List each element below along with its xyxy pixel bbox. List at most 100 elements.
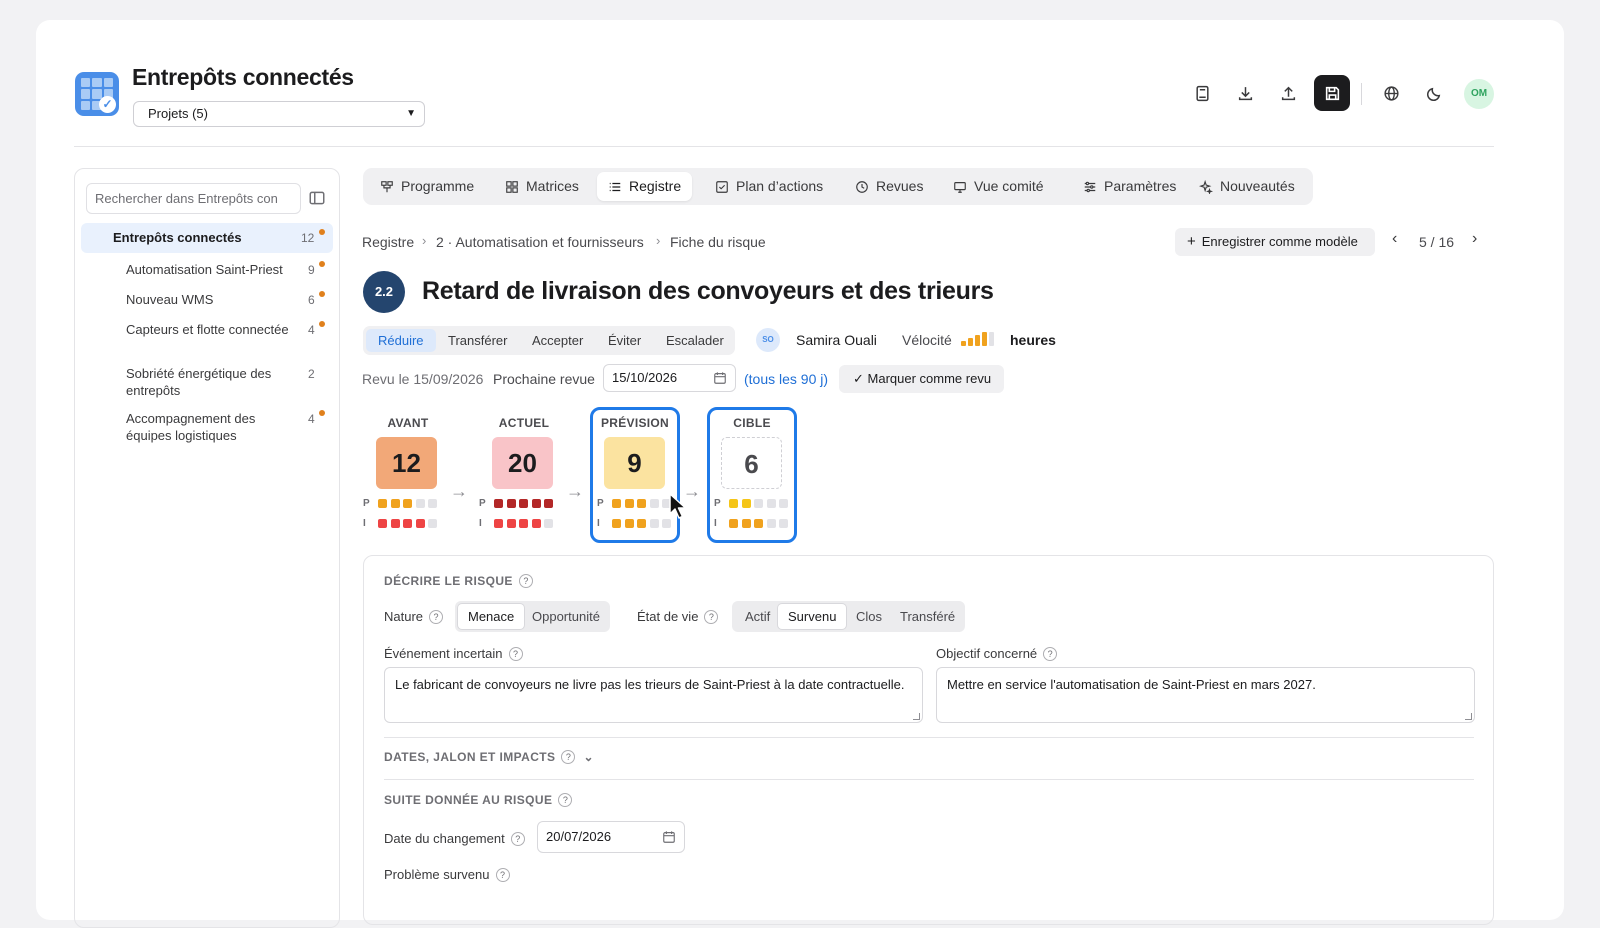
nature-option-menace[interactable]: Menace (458, 604, 525, 629)
help-icon[interactable]: ? (429, 610, 444, 624)
next-review-date-input[interactable]: 15/10/2026 (603, 364, 736, 392)
state-option-survenu[interactable]: Survenu (778, 604, 847, 629)
tab-parametres[interactable]: Paramètres (1072, 172, 1187, 201)
project-select[interactable]: Projets (5) ▼ (133, 101, 425, 127)
score-label: AVANT (387, 416, 429, 430)
flag-dot-icon (319, 321, 325, 327)
sidebar-item-count: 4 (308, 412, 315, 426)
breadcrumb-item[interactable]: 2 · Automatisation et fournisseurs (436, 234, 644, 250)
objective-textarea-value: Mettre en service l'automatisation de Sa… (947, 677, 1316, 692)
help-icon[interactable]: ? (508, 647, 523, 661)
sidebar-item-accompagnement[interactable]: Accompagnement des équipes logistiques 4 (75, 404, 339, 448)
resize-grip-icon[interactable] (913, 713, 920, 720)
docs-button[interactable] (1184, 75, 1220, 111)
objective-textarea[interactable]: Mettre en service l'automatisation de Sa… (936, 667, 1475, 723)
impact-axis-label: I (597, 518, 600, 529)
score-prevision[interactable]: PRÉVISION 9 P I (590, 407, 680, 543)
tab-programme[interactable]: Programme (369, 172, 485, 201)
sidebar-item-capteurs[interactable]: Capteurs et flotte connectée 4 (75, 315, 339, 359)
tab-plan-actions[interactable]: Plan d’actions (704, 172, 834, 201)
follow-section-title-text: SUITE DONNÉE AU RISQUE (384, 793, 553, 807)
save-button[interactable] (1314, 75, 1350, 111)
save-as-template-label: Enregistrer comme modèle (1201, 234, 1358, 249)
upload-button[interactable] (1270, 75, 1306, 111)
sidebar-search-input[interactable]: Rechercher dans Entrepôts con (86, 183, 301, 214)
sidebar-item-sobriete[interactable]: Sobriété énergétique des entrepôts 2 (75, 359, 339, 403)
velocity-value: heures (1010, 332, 1056, 348)
tab-label: Revues (876, 178, 924, 194)
help-icon[interactable]: ? (1043, 647, 1058, 661)
sparkle-icon (1199, 179, 1213, 194)
level-dot (519, 519, 528, 528)
mark-reviewed-button[interactable]: ✓ Marquer comme revu (839, 365, 1004, 393)
app-logo-icon: ✓ (75, 72, 119, 116)
breadcrumb-item[interactable]: Registre (362, 234, 414, 250)
score-actuel[interactable]: ACTUEL 20 P I (479, 407, 569, 543)
user-avatar[interactable]: OM (1464, 79, 1494, 109)
tab-revues[interactable]: Revues (844, 172, 934, 201)
help-icon[interactable]: ? (495, 868, 510, 882)
help-icon[interactable]: ? (561, 750, 576, 764)
owner-name[interactable]: Samira Ouali (796, 332, 877, 348)
sidebar-toggle-icon[interactable] (308, 189, 326, 207)
breadcrumb-current: Fiche du risque (670, 234, 766, 250)
state-option-actif[interactable]: Actif (735, 604, 780, 629)
risk-title[interactable]: Retard de livraison des convoyeurs et de… (422, 277, 994, 306)
chevron-right-icon: › (422, 233, 427, 248)
owner-avatar[interactable]: SO (756, 328, 780, 352)
help-icon[interactable]: ? (704, 610, 719, 624)
tab-vue-comite[interactable]: Vue comité (942, 172, 1055, 201)
help-icon[interactable]: ? (518, 574, 533, 588)
strategy-accepter[interactable]: Accepter (520, 329, 595, 352)
download-button[interactable] (1227, 75, 1263, 111)
check-icon: ✓ (853, 371, 868, 386)
nature-label: Nature? (384, 609, 444, 624)
checkbox-icon (716, 180, 728, 193)
monitor-icon (954, 181, 966, 193)
review-frequency-link[interactable]: (tous les 90 j) (744, 371, 828, 387)
sidebar-item-wms[interactable]: Nouveau WMS 6 (75, 285, 339, 315)
tab-nouveautes[interactable]: Nouveautés (1188, 172, 1306, 201)
resize-grip-icon[interactable] (1465, 713, 1472, 720)
strategy-reduire[interactable]: Réduire (366, 329, 436, 352)
velocity-bars[interactable] (961, 332, 1005, 346)
tab-matrices[interactable]: Matrices (494, 172, 590, 201)
score-cible[interactable]: CIBLE 6 P I (707, 407, 797, 543)
tab-label: Matrices (526, 178, 579, 194)
tab-registre[interactable]: Registre (597, 172, 693, 201)
change-date-input[interactable]: 20/07/2026 (537, 821, 685, 853)
nature-option-opportunite[interactable]: Opportunité (522, 604, 610, 629)
dark-mode-button[interactable] (1416, 75, 1452, 111)
save-as-template-button[interactable]: + Enregistrer comme modèle (1175, 228, 1375, 256)
sliders-icon (1084, 181, 1096, 192)
velocity-bar (989, 332, 994, 346)
sidebar-item-root[interactable]: Entrepôts connectés 12 (81, 223, 333, 253)
level-dot (494, 519, 503, 528)
previous-arrow-icon[interactable]: ‹ (1392, 230, 1397, 248)
score-avant[interactable]: AVANT 12 P I (363, 407, 453, 543)
level-dot (649, 499, 659, 508)
state-option-clos[interactable]: Clos (846, 604, 892, 629)
state-option-transfere[interactable]: Transféré (890, 604, 965, 629)
nature-label-text: Nature (384, 609, 424, 624)
help-icon[interactable]: ? (558, 793, 573, 807)
level-dot (729, 519, 738, 528)
language-button[interactable] (1373, 75, 1409, 111)
strategy-transferer[interactable]: Transférer (436, 329, 519, 352)
help-icon[interactable]: ? (510, 832, 525, 846)
sidebar-item-automatisation[interactable]: Automatisation Saint-Priest 9 (75, 255, 339, 285)
grid-icon (506, 180, 518, 193)
event-textarea[interactable]: Le fabricant de convoyeurs ne livre pas … (384, 667, 923, 723)
dates-section-toggle[interactable]: DATES, JALON ET IMPACTS? ⌄ (384, 750, 594, 764)
arrow-right-icon: → (450, 481, 468, 501)
next-arrow-icon[interactable]: › (1472, 230, 1477, 248)
state-label-text: État de vie (637, 609, 699, 624)
score-value: 6 (721, 437, 782, 489)
state-segmented-control: Actif Survenu Clos Transféré (732, 601, 965, 632)
strategy-eviter[interactable]: Éviter (596, 329, 653, 352)
level-dot (662, 519, 671, 528)
upload-icon (1281, 86, 1295, 100)
strategy-escalader[interactable]: Escalader (654, 329, 736, 352)
impact-axis-label: I (363, 518, 366, 529)
level-dot (754, 499, 763, 508)
